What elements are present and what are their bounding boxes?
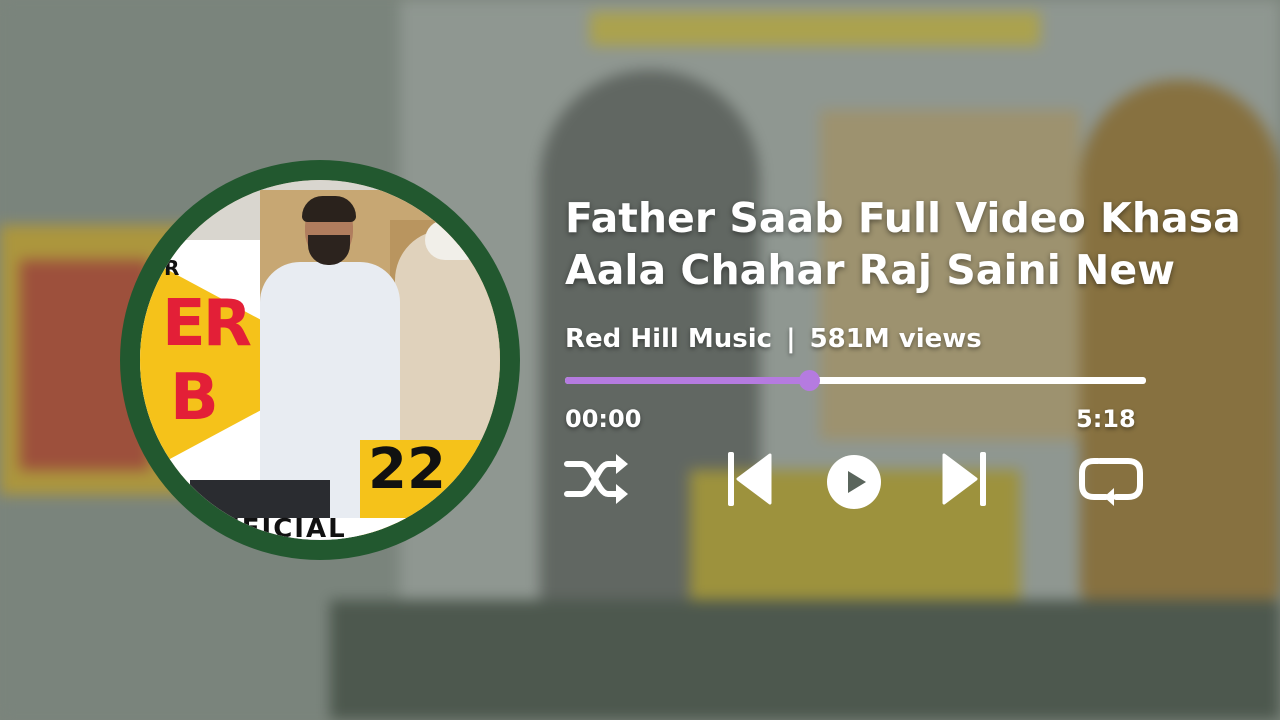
shuffle-icon	[564, 454, 628, 504]
album-art-official-text: FFICIAL	[222, 514, 347, 540]
track-meta: Red Hill Music | 581M views	[565, 322, 982, 356]
duration: 5:18	[1076, 405, 1136, 433]
view-count: 581M views	[809, 324, 982, 354]
progress-bar[interactable]	[565, 370, 1146, 391]
play-icon	[827, 455, 881, 509]
album-art-image: R ER B 22 FFICIAL	[140, 180, 500, 540]
shuffle-button[interactable]	[562, 448, 630, 510]
progress-thumb[interactable]	[799, 370, 820, 391]
album-art-text-r: R	[164, 256, 180, 280]
skip-next-icon	[942, 452, 986, 506]
album-art: R ER B 22 FFICIAL	[120, 160, 520, 560]
repeat-icon	[1079, 458, 1143, 506]
repeat-button[interactable]	[1076, 453, 1146, 509]
skip-previous-icon	[728, 452, 772, 506]
next-button[interactable]	[940, 450, 988, 508]
current-time: 00:00	[565, 405, 642, 433]
progress-fill	[565, 377, 809, 384]
album-art-number: 22	[368, 437, 446, 502]
album-art-text-line1: ER	[162, 287, 252, 361]
artist-name: Red Hill Music	[565, 324, 773, 354]
track-title: Father Saab Full Video Khasa Aala Chahar…	[565, 194, 1241, 294]
meta-separator: |	[786, 324, 796, 354]
play-button[interactable]	[826, 454, 882, 510]
album-art-text-line2: B	[170, 361, 219, 435]
previous-button[interactable]	[726, 450, 774, 508]
